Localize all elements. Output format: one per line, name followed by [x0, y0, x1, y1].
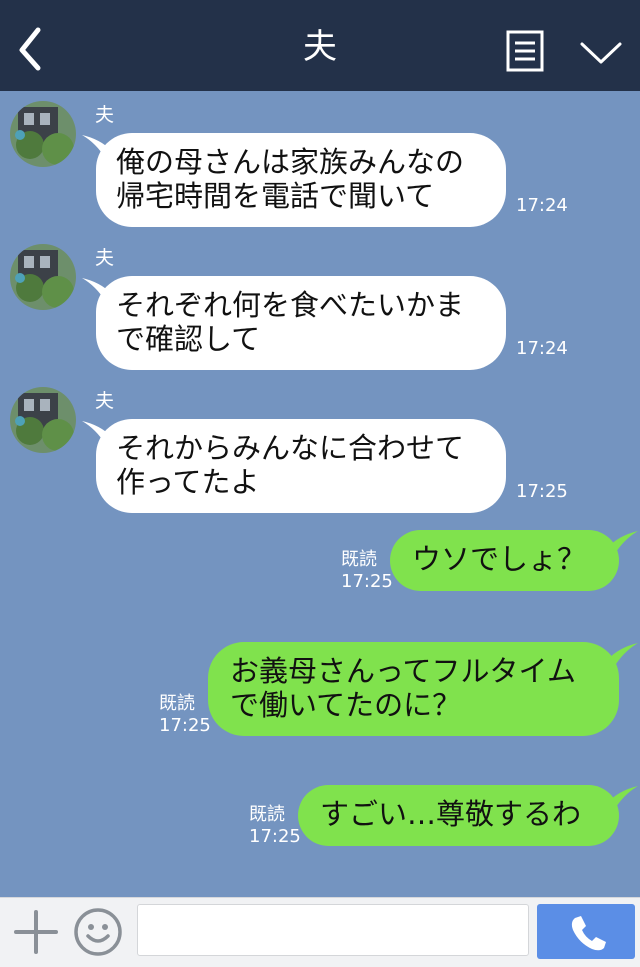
message-line: お義母さんってフルタイム [230, 654, 576, 688]
message-outgoing: 既読 17:25 ウソでしょ？ [0, 529, 640, 593]
chevron-down-icon [580, 42, 622, 64]
message-outgoing: 既読 17:25 すごい…尊敬するわ [0, 784, 640, 848]
message-incoming: 夫 俺の母さんは家族みんなの 帰宅時間を電話で聞いて 17:24 [0, 91, 640, 231]
chat-header: 夫 [0, 0, 640, 91]
message-time: 17:25 [516, 481, 568, 502]
message-time: 17:25 [341, 571, 393, 592]
message-bubble[interactable]: それぞれ何を食べたいかま で確認して [96, 276, 506, 370]
read-receipt: 既読 [249, 804, 285, 825]
message-line: 帰宅時間を電話で聞いて [116, 179, 435, 213]
message-time: 17:25 [159, 715, 211, 736]
message-bubble[interactable]: ウソでしょ？ [390, 530, 619, 591]
message-incoming: 夫 それからみんなに合わせて 作ってたよ 17:25 [0, 377, 640, 517]
message-input[interactable] [137, 904, 529, 956]
call-button[interactable] [537, 904, 635, 959]
message-line: 作ってたよ [116, 465, 260, 499]
smiley-icon [74, 908, 122, 956]
avatar[interactable] [10, 101, 76, 167]
avatar[interactable] [10, 387, 76, 453]
sender-name: 夫 [95, 390, 115, 412]
message-outgoing: 既読 17:25 お義母さんってフルタイム で働いてたのに？ [0, 641, 640, 737]
chevron-left-icon [19, 27, 41, 71]
back-button[interactable] [8, 18, 52, 76]
message-bubble[interactable]: それからみんなに合わせて 作ってたよ [96, 419, 506, 513]
message-line: で働いてたのに？ [230, 688, 462, 722]
phone-icon [571, 916, 606, 951]
message-line: それからみんなに合わせて [116, 431, 465, 465]
sender-name: 夫 [95, 104, 115, 126]
collapse-button[interactable] [576, 36, 626, 72]
avatar[interactable] [10, 244, 76, 310]
message-bubble[interactable]: すごい…尊敬するわ [298, 785, 619, 846]
read-receipt: 既読 [159, 693, 195, 714]
message-time: 17:24 [516, 338, 568, 359]
message-time: 17:25 [249, 826, 301, 847]
add-attachment-button[interactable] [12, 908, 60, 956]
chat-area[interactable]: 夫 俺の母さんは家族みんなの 帰宅時間を電話で聞いて 17:24 夫 それぞれ何… [0, 91, 640, 897]
message-line: ウソでしょ？ [412, 542, 587, 576]
plus-icon [14, 910, 58, 954]
message-line: それぞれ何を食べたいかま [116, 288, 465, 322]
message-line: で確認して [116, 322, 261, 356]
message-bubble[interactable]: 俺の母さんは家族みんなの 帰宅時間を電話で聞いて [96, 133, 506, 227]
notes-icon [506, 30, 544, 72]
message-time: 17:24 [516, 195, 568, 216]
message-incoming: 夫 それぞれ何を食べたいかま で確認して 17:24 [0, 234, 640, 374]
input-bar [0, 897, 640, 967]
message-line: すごい…尊敬するわ [320, 797, 582, 831]
sender-name: 夫 [95, 247, 115, 269]
emoji-button[interactable] [72, 906, 124, 958]
read-receipt: 既読 [341, 549, 377, 570]
notes-button[interactable] [504, 30, 546, 74]
message-line: 俺の母さんは家族みんなの [116, 145, 465, 179]
message-bubble[interactable]: お義母さんってフルタイム で働いてたのに？ [208, 642, 619, 736]
